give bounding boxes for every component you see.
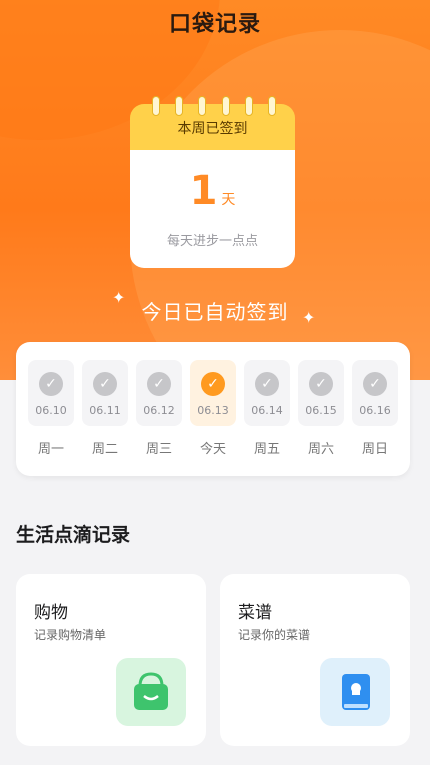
card-subtitle: 记录购物清单 (34, 628, 107, 642)
day-box: ✓ 06.12 (136, 360, 182, 426)
day-box: ✓ 06.16 (352, 360, 398, 426)
day-label: 周六 (307, 442, 334, 457)
card-title: 购物 (34, 603, 68, 623)
check-icon: ✓ (93, 372, 117, 396)
check-icon: ✓ (147, 372, 171, 396)
check-icon: ✓ (363, 372, 387, 396)
calendar-ring (175, 96, 184, 116)
check-icon: ✓ (255, 372, 279, 396)
day-label: 周五 (253, 442, 280, 457)
day-date: 06.16 (359, 404, 391, 417)
app-title: 口袋记录 (168, 12, 261, 37)
recipe-card[interactable]: 菜谱 记录你的菜谱 (220, 574, 410, 746)
day-item: ✓ 06.12 周三 (136, 360, 182, 457)
card-subtitle: 记录你的菜谱 (238, 628, 311, 642)
checkin-days-number: 1 (189, 168, 218, 214)
calendar-ring (221, 96, 230, 116)
week-checkin-card: ✓ 06.10 周一 ✓ 06.11 周二 ✓ 06.12 周三 ✓ 06.13 今天 ✓ 06.14 周五… (16, 342, 410, 476)
day-item: ✓ 06.10 周一 (28, 360, 74, 457)
sparkle-icon: ✦ (302, 308, 316, 327)
day-item: ✓ 06.16 周日 (352, 360, 398, 457)
card-title: 菜谱 (238, 603, 272, 623)
day-label: 周一 (37, 442, 64, 457)
calendar-ring (244, 96, 253, 116)
calendar-ring (152, 96, 160, 116)
day-date: 06.12 (143, 404, 175, 417)
day-box: ✓ 06.14 (244, 360, 290, 426)
calendar-ring (198, 96, 207, 116)
day-box: ✓ 06.13 (190, 360, 236, 426)
day-box: ✓ 06.11 (82, 360, 128, 426)
recipe-book-icon (320, 658, 390, 726)
day-box: ✓ 06.15 (298, 360, 344, 426)
day-item: ✓ 06.14 周五 (244, 360, 290, 457)
week-days: ✓ 06.10 周一 ✓ 06.11 周二 ✓ 06.12 周三 ✓ 06.13 今天 ✓ 06.14 周五… (28, 360, 398, 457)
section-title: 生活点滴记录 (16, 524, 131, 546)
shopping-card[interactable]: 购物 记录购物清单 (16, 574, 206, 746)
day-item: ✓ 06.15 周六 (298, 360, 344, 457)
day-today: ✓ 06.13 今天 (190, 360, 236, 457)
day-label: 今天 (199, 442, 226, 457)
day-label: 周日 (361, 442, 388, 457)
day-date: 06.14 (251, 404, 283, 417)
day-date: 06.15 (305, 404, 337, 417)
calendar-rings (152, 96, 276, 118)
motto-text: 每天进步一点点 (166, 234, 258, 249)
day-item: ✓ 06.11 周二 (82, 360, 128, 457)
weekly-checkin-calendar: 本周已签到 1天 每天进步一点点 (130, 96, 295, 268)
checkin-days: 1天 (130, 168, 295, 214)
shopping-bag-icon (116, 658, 186, 726)
check-icon: ✓ (39, 372, 63, 396)
check-icon: ✓ (309, 372, 333, 396)
check-icon: ✓ (201, 372, 225, 396)
day-date: 06.13 (197, 404, 229, 417)
auto-checkin-status: 今日已自动签到 (141, 300, 289, 324)
day-box: ✓ 06.10 (28, 360, 74, 426)
day-date: 06.11 (89, 404, 121, 417)
day-label: 周二 (91, 442, 118, 457)
calendar-ring (267, 96, 276, 116)
day-date: 06.10 (35, 404, 67, 417)
day-label: 周三 (145, 442, 172, 457)
checkin-days-unit: 天 (221, 192, 236, 208)
weekly-checkin-label: 本周已签到 (177, 121, 248, 137)
calendar-body: 1天 每天进步一点点 (130, 150, 295, 268)
